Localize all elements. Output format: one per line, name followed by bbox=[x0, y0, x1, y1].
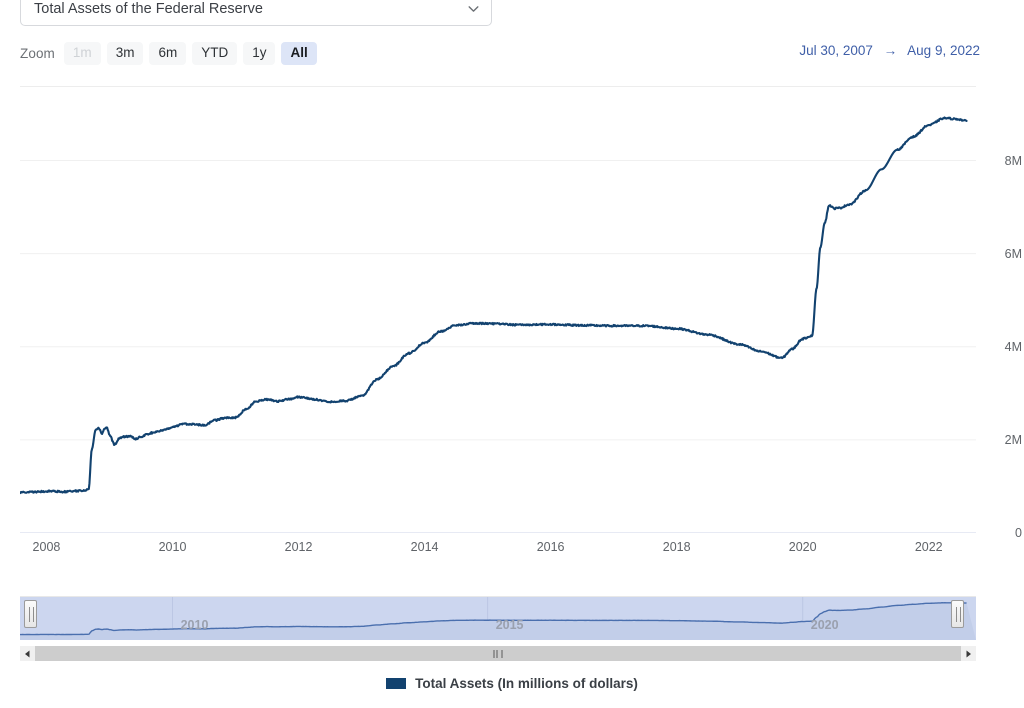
chart-plot-area[interactable] bbox=[20, 86, 976, 533]
zoom-button-6m[interactable]: 6m bbox=[149, 42, 187, 66]
date-range: Jul 30, 2007 → Aug 9, 2022 bbox=[799, 43, 980, 58]
navigator-svg bbox=[20, 596, 976, 640]
x-axis-tick-2016: 2016 bbox=[536, 540, 565, 554]
chevron-down-icon bbox=[468, 4, 479, 15]
zoom-button-ytd[interactable]: YTD bbox=[192, 42, 238, 66]
x-axis-tick-2008: 2008 bbox=[32, 540, 61, 554]
date-range-arrow-icon: → bbox=[883, 43, 898, 58]
x-axis-tick-2018: 2018 bbox=[662, 540, 691, 554]
zoom-label: Zoom bbox=[20, 46, 55, 62]
zoom-button-all[interactable]: All bbox=[281, 42, 317, 66]
series-select-value: Total Assets of the Federal Reserve bbox=[34, 1, 263, 17]
x-axis-tick-2012: 2012 bbox=[284, 540, 313, 554]
y-axis-tick-0: 0 bbox=[1015, 526, 1022, 540]
scrollbar[interactable] bbox=[20, 646, 976, 661]
zoom-button-3m[interactable]: 3m bbox=[106, 42, 144, 66]
navigator[interactable]: 2010 2015 2020 bbox=[20, 596, 976, 644]
scroll-left-arrow[interactable] bbox=[20, 646, 35, 661]
legend-swatch bbox=[386, 678, 407, 689]
navigator-right-handle[interactable] bbox=[951, 600, 964, 628]
zoom-range-bar: Zoom 1m 3m 6m YTD 1y All bbox=[20, 42, 317, 66]
date-range-to[interactable]: Aug 9, 2022 bbox=[907, 43, 980, 58]
date-range-from[interactable]: Jul 30, 2007 bbox=[799, 43, 873, 58]
scrollbar-track[interactable] bbox=[35, 646, 961, 661]
chart-svg bbox=[20, 86, 976, 533]
navigator-left-handle[interactable] bbox=[24, 600, 37, 628]
y-axis-tick-8M: 8M bbox=[1004, 153, 1022, 168]
chart-legend: Total Assets (In millions of dollars) bbox=[0, 676, 1024, 691]
y-axis-tick-2M: 2M bbox=[1004, 432, 1022, 447]
series-select[interactable]: Total Assets of the Federal Reserve bbox=[20, 0, 492, 26]
x-axis-tick-2014: 2014 bbox=[410, 540, 439, 554]
y-axis-tick-6M: 6M bbox=[1004, 246, 1022, 261]
series-line-total-assets bbox=[20, 116, 968, 495]
zoom-button-1y[interactable]: 1y bbox=[243, 42, 276, 66]
fred-chart-page: Total Assets of the Federal Reserve Zoom… bbox=[0, 0, 1024, 708]
zoom-button-1m[interactable]: 1m bbox=[63, 42, 101, 66]
scrollbar-grip[interactable] bbox=[493, 649, 503, 658]
scroll-right-arrow[interactable] bbox=[961, 646, 976, 661]
x-axis-tick-2010: 2010 bbox=[158, 540, 187, 554]
x-axis-tick-2022: 2022 bbox=[914, 540, 943, 554]
y-axis-tick-4M: 4M bbox=[1004, 339, 1022, 354]
legend-label[interactable]: Total Assets (In millions of dollars) bbox=[415, 676, 638, 691]
x-axis-tick-2020: 2020 bbox=[788, 540, 817, 554]
